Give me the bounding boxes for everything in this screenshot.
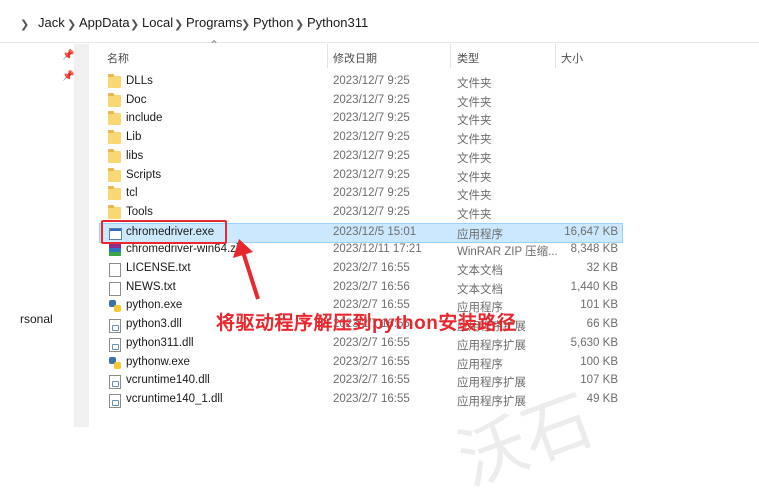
annotation-text: 将驱动程序解压到python安装路径 [216, 313, 517, 334]
annotation-arrow-icon [233, 239, 260, 300]
